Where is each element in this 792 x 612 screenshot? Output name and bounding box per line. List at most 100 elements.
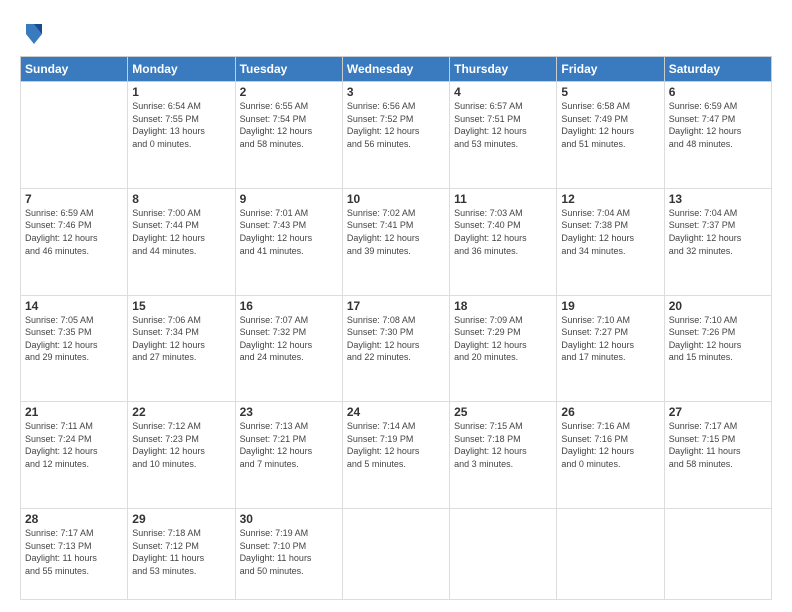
day-number: 13 [669, 192, 767, 206]
logo [20, 22, 46, 48]
day-number: 16 [240, 299, 338, 313]
day-number: 22 [132, 405, 230, 419]
calendar-cell: 22Sunrise: 7:12 AMSunset: 7:23 PMDayligh… [128, 402, 235, 509]
calendar-cell: 10Sunrise: 7:02 AMSunset: 7:41 PMDayligh… [342, 188, 449, 295]
day-info: Sunrise: 7:16 AMSunset: 7:16 PMDaylight:… [561, 420, 659, 470]
day-number: 26 [561, 405, 659, 419]
calendar-cell [450, 509, 557, 600]
calendar-cell [557, 509, 664, 600]
calendar-cell: 30Sunrise: 7:19 AMSunset: 7:10 PMDayligh… [235, 509, 342, 600]
day-number: 27 [669, 405, 767, 419]
calendar-cell: 27Sunrise: 7:17 AMSunset: 7:15 PMDayligh… [664, 402, 771, 509]
day-info: Sunrise: 7:00 AMSunset: 7:44 PMDaylight:… [132, 207, 230, 257]
calendar-cell [342, 509, 449, 600]
day-info: Sunrise: 7:04 AMSunset: 7:38 PMDaylight:… [561, 207, 659, 257]
day-info: Sunrise: 7:17 AMSunset: 7:13 PMDaylight:… [25, 527, 123, 577]
calendar-cell: 29Sunrise: 7:18 AMSunset: 7:12 PMDayligh… [128, 509, 235, 600]
calendar-cell: 25Sunrise: 7:15 AMSunset: 7:18 PMDayligh… [450, 402, 557, 509]
calendar-cell: 3Sunrise: 6:56 AMSunset: 7:52 PMDaylight… [342, 82, 449, 189]
calendar-cell: 20Sunrise: 7:10 AMSunset: 7:26 PMDayligh… [664, 295, 771, 402]
day-info: Sunrise: 7:19 AMSunset: 7:10 PMDaylight:… [240, 527, 338, 577]
day-number: 11 [454, 192, 552, 206]
day-number: 8 [132, 192, 230, 206]
calendar-cell [664, 509, 771, 600]
calendar-cell: 16Sunrise: 7:07 AMSunset: 7:32 PMDayligh… [235, 295, 342, 402]
day-info: Sunrise: 7:13 AMSunset: 7:21 PMDaylight:… [240, 420, 338, 470]
day-number: 7 [25, 192, 123, 206]
week-row: 1Sunrise: 6:54 AMSunset: 7:55 PMDaylight… [21, 82, 772, 189]
calendar-cell: 9Sunrise: 7:01 AMSunset: 7:43 PMDaylight… [235, 188, 342, 295]
day-info: Sunrise: 7:02 AMSunset: 7:41 PMDaylight:… [347, 207, 445, 257]
logo-icon [22, 20, 46, 48]
day-info: Sunrise: 7:11 AMSunset: 7:24 PMDaylight:… [25, 420, 123, 470]
day-number: 18 [454, 299, 552, 313]
calendar-cell: 17Sunrise: 7:08 AMSunset: 7:30 PMDayligh… [342, 295, 449, 402]
day-info: Sunrise: 7:09 AMSunset: 7:29 PMDaylight:… [454, 314, 552, 364]
day-number: 14 [25, 299, 123, 313]
day-info: Sunrise: 7:01 AMSunset: 7:43 PMDaylight:… [240, 207, 338, 257]
day-number: 25 [454, 405, 552, 419]
day-number: 12 [561, 192, 659, 206]
weekday-header: Wednesday [342, 57, 449, 82]
calendar-cell: 26Sunrise: 7:16 AMSunset: 7:16 PMDayligh… [557, 402, 664, 509]
day-info: Sunrise: 7:12 AMSunset: 7:23 PMDaylight:… [132, 420, 230, 470]
day-number: 30 [240, 512, 338, 526]
calendar-cell: 8Sunrise: 7:00 AMSunset: 7:44 PMDaylight… [128, 188, 235, 295]
weekday-header-row: SundayMondayTuesdayWednesdayThursdayFrid… [21, 57, 772, 82]
week-row: 7Sunrise: 6:59 AMSunset: 7:46 PMDaylight… [21, 188, 772, 295]
day-number: 29 [132, 512, 230, 526]
calendar-cell: 14Sunrise: 7:05 AMSunset: 7:35 PMDayligh… [21, 295, 128, 402]
calendar-cell: 13Sunrise: 7:04 AMSunset: 7:37 PMDayligh… [664, 188, 771, 295]
weekday-header: Sunday [21, 57, 128, 82]
day-info: Sunrise: 7:07 AMSunset: 7:32 PMDaylight:… [240, 314, 338, 364]
calendar-cell: 2Sunrise: 6:55 AMSunset: 7:54 PMDaylight… [235, 82, 342, 189]
calendar-table: SundayMondayTuesdayWednesdayThursdayFrid… [20, 56, 772, 600]
day-number: 5 [561, 85, 659, 99]
calendar-cell [21, 82, 128, 189]
weekday-header: Tuesday [235, 57, 342, 82]
day-info: Sunrise: 7:10 AMSunset: 7:27 PMDaylight:… [561, 314, 659, 364]
day-info: Sunrise: 7:10 AMSunset: 7:26 PMDaylight:… [669, 314, 767, 364]
day-number: 17 [347, 299, 445, 313]
day-number: 2 [240, 85, 338, 99]
day-info: Sunrise: 6:56 AMSunset: 7:52 PMDaylight:… [347, 100, 445, 150]
day-number: 6 [669, 85, 767, 99]
calendar-cell: 24Sunrise: 7:14 AMSunset: 7:19 PMDayligh… [342, 402, 449, 509]
day-number: 24 [347, 405, 445, 419]
day-number: 10 [347, 192, 445, 206]
header [20, 18, 772, 48]
week-row: 14Sunrise: 7:05 AMSunset: 7:35 PMDayligh… [21, 295, 772, 402]
day-number: 1 [132, 85, 230, 99]
day-info: Sunrise: 6:59 AMSunset: 7:47 PMDaylight:… [669, 100, 767, 150]
day-number: 20 [669, 299, 767, 313]
day-info: Sunrise: 7:06 AMSunset: 7:34 PMDaylight:… [132, 314, 230, 364]
calendar-cell: 19Sunrise: 7:10 AMSunset: 7:27 PMDayligh… [557, 295, 664, 402]
day-number: 21 [25, 405, 123, 419]
day-number: 23 [240, 405, 338, 419]
weekday-header: Monday [128, 57, 235, 82]
day-info: Sunrise: 7:15 AMSunset: 7:18 PMDaylight:… [454, 420, 552, 470]
day-info: Sunrise: 6:57 AMSunset: 7:51 PMDaylight:… [454, 100, 552, 150]
day-info: Sunrise: 7:05 AMSunset: 7:35 PMDaylight:… [25, 314, 123, 364]
calendar-cell: 6Sunrise: 6:59 AMSunset: 7:47 PMDaylight… [664, 82, 771, 189]
day-info: Sunrise: 7:14 AMSunset: 7:19 PMDaylight:… [347, 420, 445, 470]
week-row: 21Sunrise: 7:11 AMSunset: 7:24 PMDayligh… [21, 402, 772, 509]
calendar-cell: 1Sunrise: 6:54 AMSunset: 7:55 PMDaylight… [128, 82, 235, 189]
day-number: 4 [454, 85, 552, 99]
calendar-cell: 28Sunrise: 7:17 AMSunset: 7:13 PMDayligh… [21, 509, 128, 600]
calendar-cell: 4Sunrise: 6:57 AMSunset: 7:51 PMDaylight… [450, 82, 557, 189]
calendar-cell: 21Sunrise: 7:11 AMSunset: 7:24 PMDayligh… [21, 402, 128, 509]
day-info: Sunrise: 7:17 AMSunset: 7:15 PMDaylight:… [669, 420, 767, 470]
day-number: 19 [561, 299, 659, 313]
calendar-cell: 11Sunrise: 7:03 AMSunset: 7:40 PMDayligh… [450, 188, 557, 295]
calendar-cell: 12Sunrise: 7:04 AMSunset: 7:38 PMDayligh… [557, 188, 664, 295]
day-info: Sunrise: 7:04 AMSunset: 7:37 PMDaylight:… [669, 207, 767, 257]
day-info: Sunrise: 7:08 AMSunset: 7:30 PMDaylight:… [347, 314, 445, 364]
calendar-cell: 5Sunrise: 6:58 AMSunset: 7:49 PMDaylight… [557, 82, 664, 189]
day-info: Sunrise: 6:54 AMSunset: 7:55 PMDaylight:… [132, 100, 230, 150]
calendar-cell: 18Sunrise: 7:09 AMSunset: 7:29 PMDayligh… [450, 295, 557, 402]
calendar-cell: 15Sunrise: 7:06 AMSunset: 7:34 PMDayligh… [128, 295, 235, 402]
day-info: Sunrise: 7:18 AMSunset: 7:12 PMDaylight:… [132, 527, 230, 577]
weekday-header: Saturday [664, 57, 771, 82]
week-row: 28Sunrise: 7:17 AMSunset: 7:13 PMDayligh… [21, 509, 772, 600]
